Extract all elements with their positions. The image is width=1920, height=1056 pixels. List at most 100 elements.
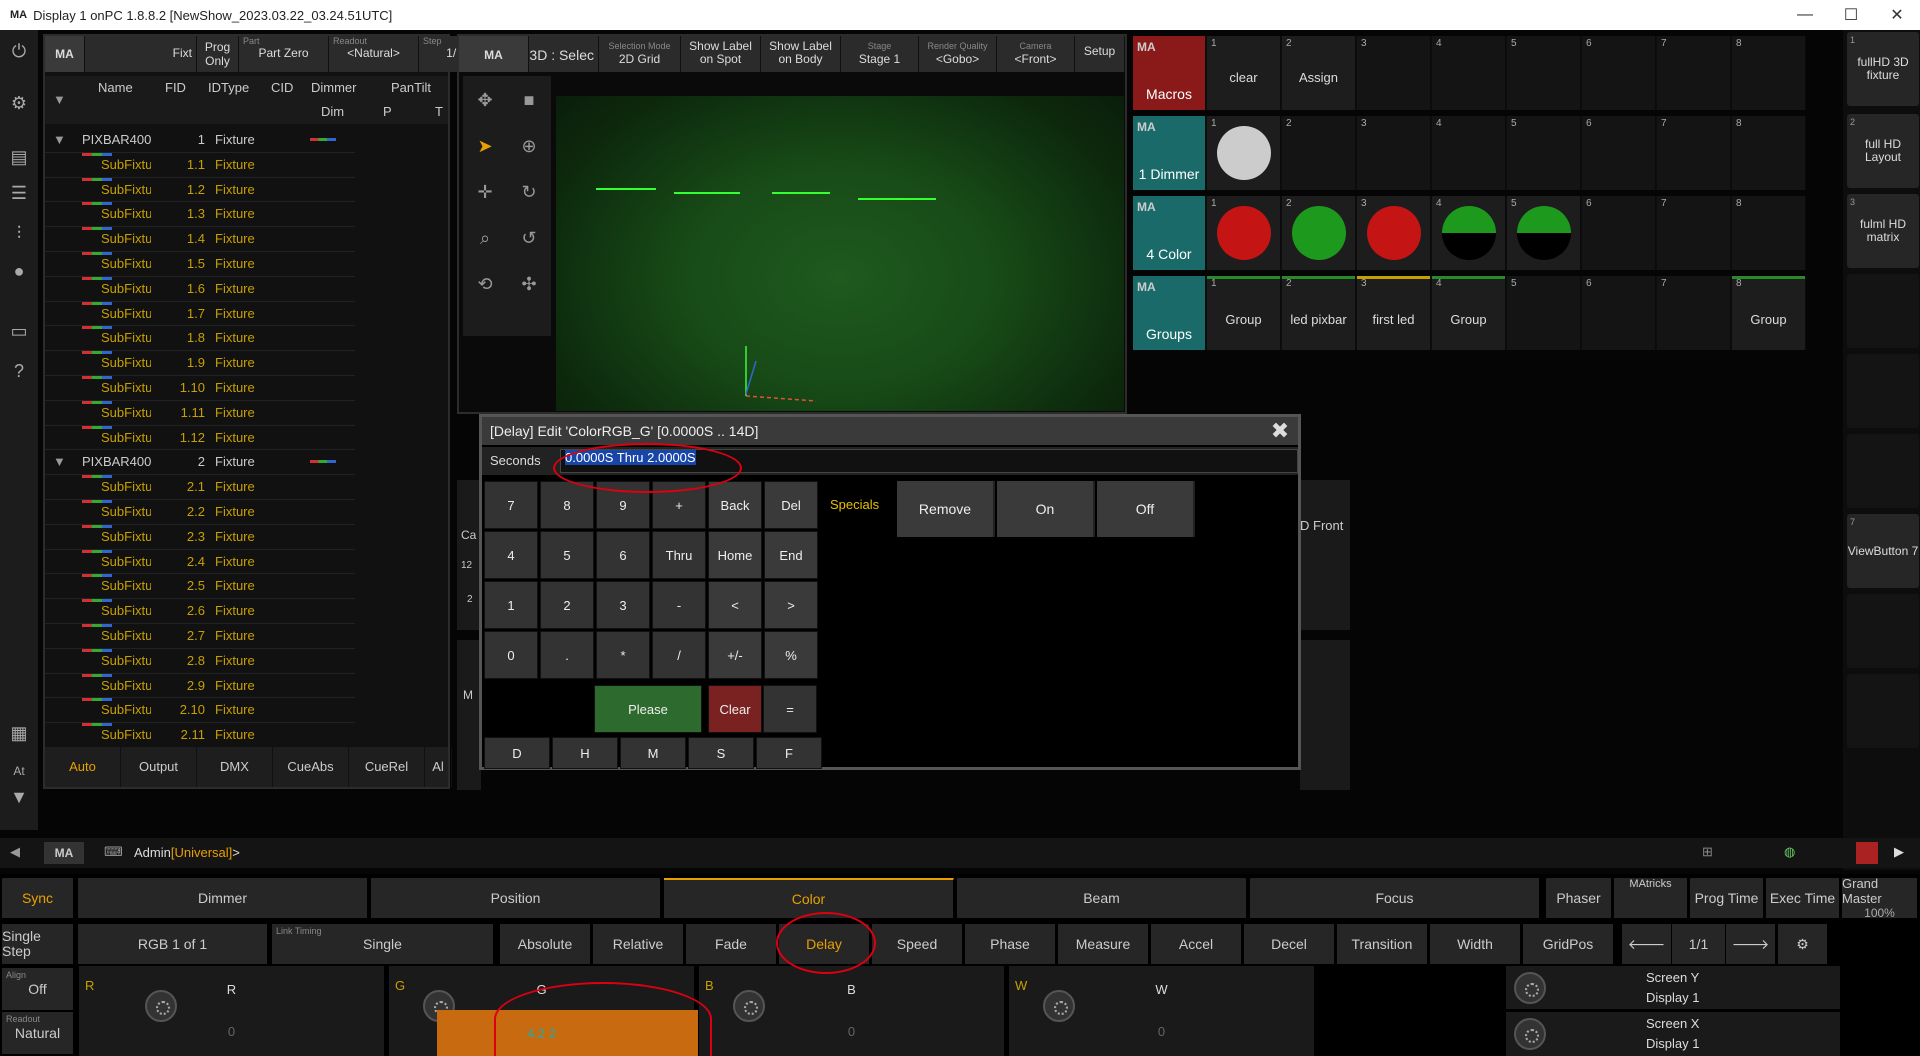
color-pool-cell[interactable]: 4: [1432, 196, 1506, 270]
feature-tab[interactable]: Dimmer: [78, 878, 368, 918]
dimmer-pool-cell[interactable]: 6: [1582, 116, 1656, 190]
sync-button[interactable]: Sync: [2, 878, 74, 918]
macros-pool-cell[interactable]: 8: [1732, 36, 1806, 110]
fixture-row[interactable]: SubFixtu 2.4 Fixture: [45, 549, 355, 575]
fixture-row[interactable]: SubFixtu 1.3 Fixture: [45, 202, 355, 228]
encoder-knob[interactable]: [733, 990, 765, 1022]
fixture-row[interactable]: SubFixtu 1.5 Fixture: [45, 252, 355, 277]
unit-key[interactable]: S: [688, 737, 754, 769]
clear-key[interactable]: Clear: [708, 685, 762, 733]
equals-key[interactable]: =: [763, 685, 817, 733]
macros-pool-cell[interactable]: 7: [1657, 36, 1731, 110]
fixture-row[interactable]: SubFixtu 1.12 Fixture: [45, 425, 355, 451]
power-icon[interactable]: ⏻: [6, 38, 32, 64]
dimmer-pool-cell[interactable]: 4: [1432, 116, 1506, 190]
minimize-button[interactable]: —: [1782, 0, 1828, 30]
view-button-7[interactable]: 7 ViewButton 7: [1847, 514, 1919, 588]
unit-key[interactable]: F: [756, 737, 822, 769]
fixture-row[interactable]: SubFixtu 2.2 Fixture: [45, 500, 355, 525]
page-prev-icon[interactable]: 🡐: [1622, 924, 1672, 964]
color-pool-cell[interactable]: 7: [1657, 196, 1731, 270]
fixture-row[interactable]: SubFixtu 2.6 Fixture: [45, 599, 355, 624]
keypad-key[interactable]: %: [764, 631, 818, 679]
expand-icon[interactable]: ▼: [53, 132, 66, 147]
groups-pool-cell[interactable]: 3 first led: [1357, 276, 1431, 350]
keypad-key[interactable]: *: [596, 631, 650, 679]
rgb-selector[interactable]: RGB 1 of 1: [78, 924, 268, 964]
gear-icon[interactable]: ⚙: [6, 90, 32, 116]
keypad-key[interactable]: +/-: [708, 631, 762, 679]
color-pool-cell[interactable]: 6: [1582, 196, 1656, 270]
exec-time-button[interactable]: Exec Time: [1766, 878, 1840, 918]
keypad-key[interactable]: -: [652, 581, 706, 629]
encoder-b[interactable]: BB0: [698, 966, 1004, 1056]
fixture-row[interactable]: SubFixtu 1.6 Fixture: [45, 276, 355, 302]
view-button-4[interactable]: [1847, 274, 1919, 348]
keyboard-icon[interactable]: ▦: [6, 720, 32, 746]
layer-button[interactable]: GridPos: [1523, 924, 1614, 964]
fixture-row[interactable]: SubFixtu 1.10 Fixture: [45, 376, 355, 401]
special-off[interactable]: Off: [1097, 481, 1195, 537]
fixture-row[interactable]: ▼ PIXBAR400 2 Fixture: [45, 450, 355, 476]
feature-tab[interactable]: Focus: [1250, 878, 1540, 918]
keypad-key[interactable]: <: [708, 581, 762, 629]
groups-pool-cell[interactable]: 4 Group: [1432, 276, 1506, 350]
fixture-row[interactable]: SubFixtu 2.7 Fixture: [45, 624, 355, 649]
layer-button[interactable]: Absolute: [500, 924, 591, 964]
readout-button[interactable]: Readout Natural: [2, 1012, 74, 1054]
fixture-row[interactable]: SubFixtu 2.10 Fixture: [45, 698, 355, 724]
layer-button[interactable]: Phase: [965, 924, 1056, 964]
keypad-key[interactable]: End: [764, 531, 818, 579]
maximize-button[interactable]: ☐: [1828, 0, 1874, 30]
color-pool-cell[interactable]: 3: [1357, 196, 1431, 270]
groups-pool-cell[interactable]: 7: [1657, 276, 1731, 350]
tab-al[interactable]: Al: [425, 747, 452, 787]
stage-selector[interactable]: Stage Stage 1: [841, 36, 919, 72]
color-pool-cell[interactable]: 2: [1282, 196, 1356, 270]
fixture-row[interactable]: SubFixtu 1.8 Fixture: [45, 326, 355, 352]
layer-button[interactable]: Accel: [1151, 924, 1242, 964]
col-pantilt[interactable]: PanTilt: [391, 80, 431, 95]
setup-button[interactable]: Setup: [1075, 36, 1125, 72]
keypad-key[interactable]: /: [652, 631, 706, 679]
dimmer-pool-cell[interactable]: 2: [1282, 116, 1356, 190]
selection-mode[interactable]: Selection Mode 2D Grid: [599, 36, 681, 72]
keypad-key[interactable]: 8: [540, 481, 594, 529]
encoder-settings-icon[interactable]: ⚙: [1778, 924, 1828, 964]
layer-button[interactable]: Measure: [1058, 924, 1149, 964]
feature-tab[interactable]: Color: [664, 878, 954, 918]
center-icon[interactable]: ✣: [509, 264, 549, 304]
globe-icon[interactable]: ◍: [1784, 844, 1795, 860]
zoom-icon[interactable]: ⌕: [465, 218, 505, 258]
fixture-row[interactable]: SubFixtu 2.9 Fixture: [45, 673, 355, 699]
show-label-spot[interactable]: Show Label on Spot: [681, 36, 761, 72]
link-timing[interactable]: Link Timing Single: [272, 924, 494, 964]
sheet-icon[interactable]: ▤: [6, 144, 32, 170]
dimmer-pool-cell[interactable]: 5: [1507, 116, 1581, 190]
macros-pool-cell[interactable]: 4: [1432, 36, 1506, 110]
align-button[interactable]: Align Off: [2, 968, 74, 1010]
layer-button[interactable]: Relative: [593, 924, 684, 964]
network-icon[interactable]: ⊞: [1702, 844, 1713, 860]
color-pool-cell[interactable]: 1: [1207, 196, 1281, 270]
page-next-icon[interactable]: 🡒: [1726, 924, 1776, 964]
encoder-r[interactable]: RR0: [78, 966, 384, 1056]
col-dimmer[interactable]: Dimmer: [311, 80, 357, 95]
view-button-9[interactable]: [1847, 674, 1919, 748]
camera-selector[interactable]: Camera <Front>: [997, 36, 1075, 72]
collapse-all-icon[interactable]: ▼: [53, 92, 66, 107]
tab-cueabs[interactable]: CueAbs: [273, 747, 349, 787]
rotate-icon[interactable]: ↻: [509, 172, 549, 212]
orbit-icon[interactable]: ⟲: [465, 264, 505, 304]
encoder-knob[interactable]: [1043, 990, 1075, 1022]
help-icon[interactable]: ?: [6, 358, 32, 384]
screen-x-knob[interactable]: [1514, 1018, 1546, 1050]
tab-dmx[interactable]: DMX: [197, 747, 273, 787]
user-icon[interactable]: ●: [6, 258, 32, 284]
fixture-row[interactable]: SubFixtu 1.4 Fixture: [45, 227, 355, 252]
dimmer-pool-cell[interactable]: 1: [1207, 116, 1281, 190]
layer-button[interactable]: Speed: [872, 924, 963, 964]
keypad-key[interactable]: 0: [484, 631, 538, 679]
3d-scene[interactable]: [556, 76, 1124, 411]
groups-pool-cell[interactable]: 2 led pixbar: [1282, 276, 1356, 350]
